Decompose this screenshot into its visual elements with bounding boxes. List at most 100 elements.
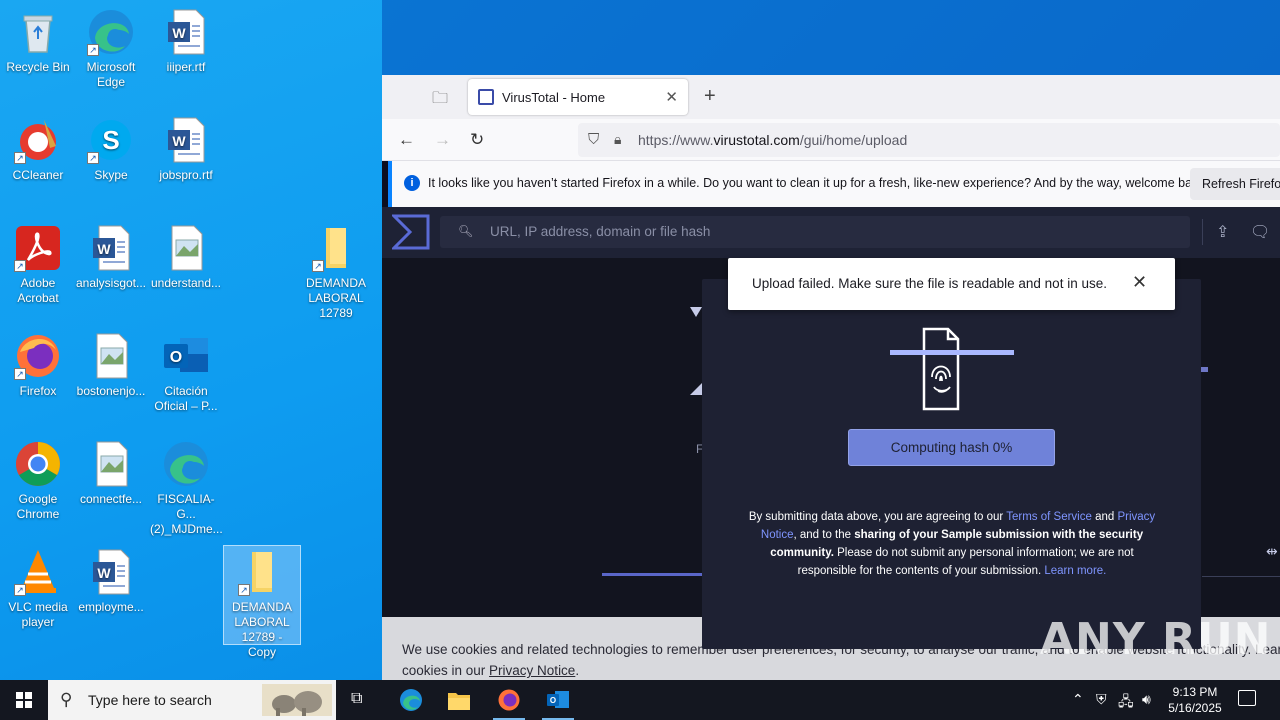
vlc-icon: ↗ (14, 548, 62, 596)
learn-more-link[interactable]: Learn more. (1044, 565, 1106, 577)
desktop-icon-acrobat[interactable]: ↗ Adobe Acrobat (0, 224, 76, 306)
navigation-bar: ← → ↻ ⛉ 🔒︎ https://www.virustotal.com/gu… (382, 119, 1280, 161)
network-icon[interactable]: 🖧︎ (1118, 691, 1134, 715)
desktop-icon-edge[interactable]: ↗ Microsoft Edge (73, 8, 149, 90)
url-bar[interactable]: ⛉ 🔒︎ https://www.virustotal.com/gui/home… (578, 123, 1280, 157)
taskbar-clock[interactable]: 9:13 PM 5/16/2025 (1160, 684, 1230, 716)
desktop-icon-chrome[interactable]: Google Chrome (0, 440, 76, 522)
shortcut-arrow-icon: ↗ (312, 260, 324, 272)
desktop-icon-label: Adobe Acrobat (17, 276, 59, 305)
upload-dialog: Computing hash 0% By submitting data abo… (702, 279, 1201, 649)
desktop-icon-bostonenjo[interactable]: bostonenjo... (73, 332, 149, 399)
show-hidden-icons-chevron-icon[interactable]: ⌃ (1072, 691, 1084, 708)
forward-arrow-icon[interactable]: → (434, 130, 451, 150)
shortcut-arrow-icon: ↗ (87, 152, 99, 164)
desktop-icon-vlc[interactable]: ↗ VLC media player (0, 548, 76, 630)
notification-text: It looks like you haven’t started Firefo… (428, 176, 1209, 190)
upload-failed-toast: Upload failed. Make sure the file is rea… (728, 258, 1175, 310)
anyrun-watermark: ANY RUN (1040, 614, 1272, 665)
desktop-icon-citacion[interactable]: O Citación Oficial – P... (148, 332, 224, 414)
svg-text:W: W (172, 133, 186, 149)
refresh-firefox-button[interactable]: Refresh Firefox… (1190, 168, 1280, 200)
new-tab-icon[interactable]: + (704, 85, 716, 108)
background-decoration (690, 383, 702, 395)
notification-center-icon[interactable] (1238, 690, 1256, 706)
ccleaner-icon: ↗ (14, 116, 62, 164)
acrobat-icon: ↗ (14, 224, 62, 272)
privacy-notice-link[interactable]: Privacy Notice (489, 663, 575, 678)
desktop-icon-label: iiiper.rtf (166, 60, 206, 74)
tracking-shield-icon[interactable]: ⛉ (588, 131, 599, 148)
outlook-icon: O (162, 332, 210, 380)
desktop-icon-label: Skype (94, 168, 128, 182)
start-button[interactable] (0, 680, 48, 720)
desktop-icon-employme[interactable]: W employme... (73, 548, 149, 615)
tab-title: VirusTotal - Home (502, 90, 606, 105)
image-file-icon (87, 332, 135, 380)
desktop-icon-fiscalia[interactable]: FISCALIA-G... (2)_MJDme... (148, 440, 224, 537)
svg-text:W: W (172, 25, 186, 41)
desktop-icon-recycle-bin[interactable]: Recycle Bin (0, 8, 76, 75)
desktop-icon-firefox[interactable]: ↗ Firefox (0, 332, 76, 399)
security-tray-icon[interactable]: ⛨ (1096, 691, 1107, 708)
taskbar-file-explorer[interactable] (435, 680, 483, 720)
volume-icon[interactable]: 🔊︎ (1142, 691, 1151, 708)
reload-icon[interactable]: ↻ (470, 130, 484, 150)
shortcut-arrow-icon: ↗ (238, 584, 250, 596)
background-decoration (690, 307, 702, 317)
back-arrow-icon[interactable]: ← (398, 130, 415, 150)
taskbar-search-box[interactable]: ⚲ Type here to search (48, 680, 336, 720)
folder-icon: ↗ (312, 224, 360, 272)
task-view-icon: ⧉ (351, 690, 363, 707)
expand-arrows-icon[interactable]: ⇹ (1266, 543, 1278, 560)
desktop-icon-label: CCleaner (12, 168, 64, 182)
desktop-icon-label: Citación Oficial – P... (154, 384, 218, 413)
desktop-icon-label: Google Chrome (16, 492, 60, 521)
vt-search-input[interactable]: 🔍︎ URL, IP address, domain or file hash (440, 216, 1190, 248)
desktop-icon-iiiper[interactable]: W iiiper.rtf (148, 8, 224, 75)
taskbar-edge[interactable] (387, 680, 435, 720)
desktop-icon-ccleaner[interactable]: ↗ CCleaner (0, 116, 76, 183)
background-divider (1202, 576, 1280, 577)
upload-icon[interactable]: ⇪ (1216, 222, 1229, 242)
background-tab-underline (602, 573, 712, 576)
windows-logo-icon (16, 692, 32, 708)
clock-date: 5/16/2025 (1168, 701, 1222, 715)
svg-text:S: S (102, 125, 119, 155)
computing-hash-button[interactable]: Computing hash 0% (848, 429, 1055, 466)
svg-text:O: O (170, 349, 182, 366)
taskbar-firefox[interactable] (485, 680, 533, 720)
tab-virustotal[interactable]: VirusTotal - Home ✕ (468, 79, 688, 115)
image-file-icon (87, 440, 135, 488)
desktop-icon-skype[interactable]: S ↗ Skype (73, 116, 149, 183)
tab-list-icon[interactable]: 🗀 (432, 87, 452, 107)
desktop-icon-label: connectfe... (79, 492, 143, 506)
virustotal-header: 🔍︎ URL, IP address, domain or file hash … (382, 207, 1280, 258)
close-tab-icon[interactable]: ✕ (665, 88, 678, 106)
desktop-icon-label: employme... (78, 600, 144, 614)
desktop-icon-label: understand... (150, 276, 222, 290)
desktop-icon-label: Firefox (19, 384, 57, 398)
desktop-icon-jobspro[interactable]: W jobspro.rtf (148, 116, 224, 183)
taskbar-outlook[interactable]: O (534, 680, 582, 720)
url-domain: virustotal.com (713, 132, 800, 148)
image-file-icon (162, 224, 210, 272)
edge-icon: ↗ (87, 8, 135, 56)
desktop-icon-analysisgot[interactable]: W analysisgot... (73, 224, 149, 291)
chat-icon[interactable]: 🗨︎ (1250, 222, 1270, 242)
task-view-button[interactable]: ⧉ (336, 680, 384, 720)
word-doc-icon: W (162, 8, 210, 56)
desktop-icon-connectfe[interactable]: connectfe... (73, 440, 149, 507)
shortcut-arrow-icon: ↗ (14, 152, 26, 164)
search-icon: ⚲ (60, 690, 73, 709)
taskbar: ⚲ Type here to search ⧉ O ⌃ ⛨ 🖧︎ 🔊︎ 9:13… (0, 680, 1280, 720)
desktop-icon-demanda-laboral[interactable]: ↗ DEMANDA LABORAL 12789 (298, 224, 374, 321)
lock-icon[interactable]: 🔒︎ (614, 131, 621, 148)
virustotal-logo-icon[interactable] (392, 214, 430, 250)
close-icon[interactable]: ✕ (1132, 272, 1147, 293)
desktop-icon-label: Microsoft Edge (86, 60, 136, 89)
terms-of-service-link[interactable]: Terms of Service (1006, 511, 1092, 523)
desktop-icon-demanda-laboral-copy[interactable]: ↗ DEMANDA LABORAL 12789 - Copy (223, 545, 301, 659)
file-explorer-icon (448, 693, 470, 710)
desktop-icon-understand[interactable]: understand... (148, 224, 224, 291)
